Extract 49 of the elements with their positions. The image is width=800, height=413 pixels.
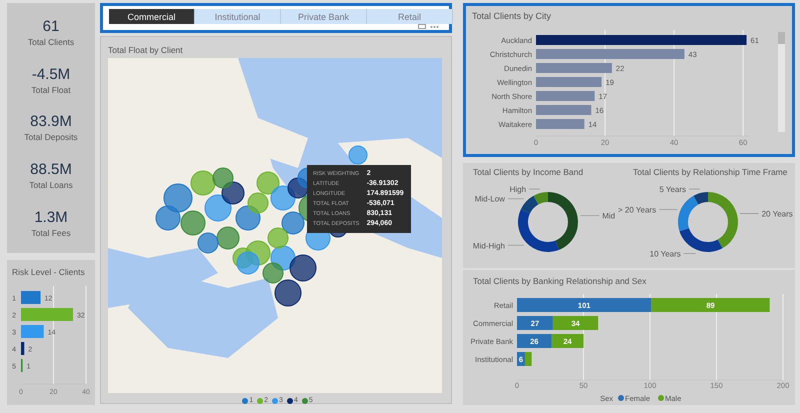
chart-title: Total Clients by Income Band: [473, 167, 584, 177]
bar: [536, 119, 584, 129]
chart-title: Total Clients by City: [472, 11, 552, 21]
slicer-tab[interactable]: Commercial: [109, 9, 195, 24]
more-options-icon[interactable]: [430, 24, 439, 29]
kpi-label: Total Loans: [29, 180, 73, 190]
bar: [21, 325, 44, 338]
bar: [552, 316, 598, 330]
kpi-label: Total Fees: [31, 228, 71, 238]
leader-line: [688, 188, 700, 190]
leader-line: [508, 244, 524, 246]
leader-line: [580, 215, 600, 216]
kpi-label: Total Deposits: [24, 132, 78, 142]
bar: [517, 316, 553, 330]
kpi-label: Total Clients: [28, 37, 74, 48]
bar: [536, 91, 595, 101]
bar: [517, 334, 552, 348]
leader-line: [683, 253, 696, 254]
chart-title: Risk Level - Clients: [12, 267, 85, 277]
kpi-value: 61: [42, 18, 60, 36]
slice-label: Mid-High: [472, 241, 505, 250]
bar: [536, 77, 602, 87]
slice-label: Mid-Low: [474, 194, 505, 204]
chart-title: Total Clients by Relationship Time Frame: [633, 167, 788, 177]
focus-mode-icon[interactable]: [418, 24, 426, 29]
slice-label: 5 Years: [659, 185, 686, 194]
slice-label: Mid: [602, 212, 616, 221]
kpi-value: 83.9M: [30, 113, 72, 130]
chart-title: Total Clients by Banking Relationship and Sex: [473, 276, 646, 286]
scrollbar[interactable]: [778, 32, 785, 132]
kpi-value: 1.3M: [34, 208, 68, 226]
bar: [21, 291, 40, 304]
leader-line: [508, 198, 524, 200]
map-drawing[interactable]: [108, 58, 442, 393]
slice-label: High: [510, 185, 526, 194]
bar: [552, 334, 584, 348]
leader-line: [658, 209, 678, 210]
slice-label: > 20 Years: [618, 205, 656, 214]
bar: [21, 308, 73, 321]
slice-label: 10 Years: [650, 250, 681, 259]
kpi-value: -4.5M: [32, 66, 70, 83]
leader-line: [740, 213, 760, 214]
chart-title: Total Float by Client: [108, 45, 183, 55]
leader-line: [528, 188, 540, 190]
bar: [536, 105, 592, 115]
slice-label: 20 Years: [762, 210, 793, 219]
kpi-label: Total Float: [31, 84, 71, 95]
kpi-value: 88.5M: [30, 161, 72, 178]
bar: [21, 342, 24, 355]
